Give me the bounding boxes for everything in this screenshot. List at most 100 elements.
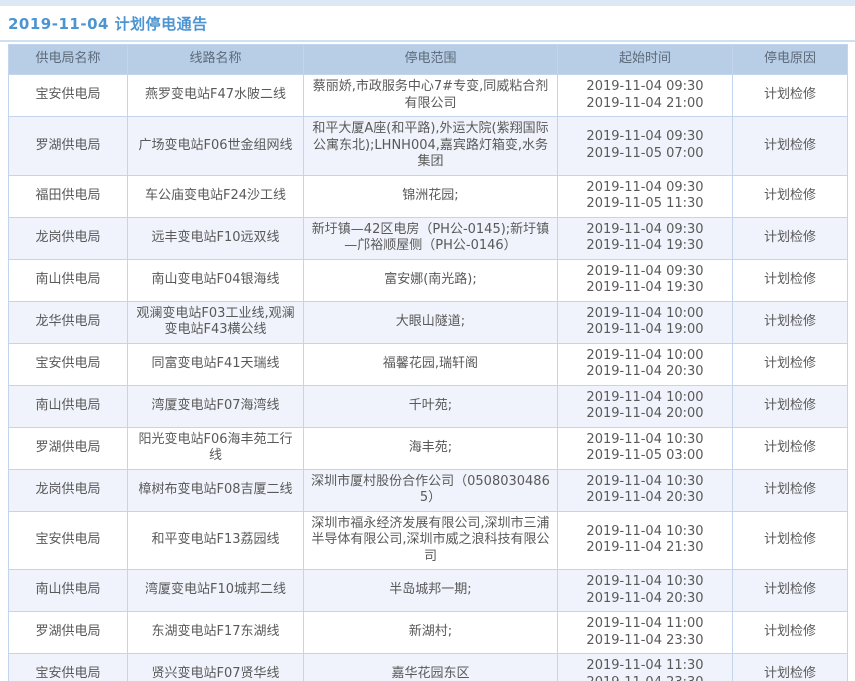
end-time: 2019-11-05 11:30	[562, 196, 728, 213]
cell-time: 2019-11-04 10:30 2019-11-04 20:30	[558, 570, 733, 612]
outage-table-body: 宝安供电局 燕罗变电站F47水陂二线 蔡丽娇,市政服务中心7#专变,同威粘合剂有…	[9, 75, 848, 681]
start-time: 2019-11-04 09:30	[562, 129, 728, 146]
cell-scope: 嘉华花园东区	[304, 654, 558, 681]
end-time: 2019-11-04 20:30	[562, 591, 728, 608]
end-time: 2019-11-04 20:30	[562, 490, 728, 507]
cell-line: 湾厦变电站F10城邦二线	[128, 570, 304, 612]
cell-bureau: 宝安供电局	[9, 343, 128, 385]
cell-time: 2019-11-04 10:30 2019-11-05 03:00	[558, 427, 733, 469]
end-time: 2019-11-04 19:30	[562, 238, 728, 255]
cell-line: 和平变电站F13荔园线	[128, 511, 304, 570]
cell-reason: 计划检修	[733, 343, 848, 385]
end-time: 2019-11-04 23:30	[562, 633, 728, 650]
cell-bureau: 罗湖供电局	[9, 117, 128, 176]
end-time: 2019-11-04 19:30	[562, 280, 728, 297]
end-time: 2019-11-04 20:00	[562, 406, 728, 423]
column-header-line: 线路名称	[128, 45, 304, 75]
table-row: 福田供电局 车公庙变电站F24沙工线 锦洲花园; 2019-11-04 09:3…	[9, 175, 848, 217]
cell-time: 2019-11-04 10:30 2019-11-04 21:30	[558, 511, 733, 570]
cell-reason: 计划检修	[733, 385, 848, 427]
table-row: 南山供电局 南山变电站F04银海线 富安娜(南光路); 2019-11-04 0…	[9, 259, 848, 301]
start-time: 2019-11-04 10:00	[562, 348, 728, 365]
cell-time: 2019-11-04 10:00 2019-11-04 20:30	[558, 343, 733, 385]
cell-time: 2019-11-04 11:00 2019-11-04 23:30	[558, 612, 733, 654]
table-row: 龙岗供电局 樟树布变电站F08吉厦二线 深圳市厦村股份合作公司（05080304…	[9, 469, 848, 511]
cell-time: 2019-11-04 09:30 2019-11-04 19:30	[558, 259, 733, 301]
cell-scope: 深圳市厦村股份合作公司（05080304865）	[304, 469, 558, 511]
cell-scope: 新圩镇—42区电房（PH公-0145);新圩镇—邝裕顺屋侧（PH公-0146）	[304, 217, 558, 259]
cell-bureau: 宝安供电局	[9, 75, 128, 117]
cell-scope: 和平大厦A座(和平路),外运大院(紫翔国际公寓东北);LHNH004,嘉宾路灯箱…	[304, 117, 558, 176]
cell-time: 2019-11-04 10:30 2019-11-04 20:30	[558, 469, 733, 511]
cell-reason: 计划检修	[733, 259, 848, 301]
cell-line: 贤兴变电站F07贤华线	[128, 654, 304, 681]
start-time: 2019-11-04 10:30	[562, 474, 728, 491]
cell-line: 远丰变电站F10远双线	[128, 217, 304, 259]
start-time: 2019-11-04 10:30	[562, 574, 728, 591]
cell-reason: 计划检修	[733, 75, 848, 117]
cell-scope: 海丰苑;	[304, 427, 558, 469]
table-row: 龙华供电局 观澜变电站F03工业线,观澜变电站F43横公线 大眼山隧道; 201…	[9, 301, 848, 343]
cell-time: 2019-11-04 09:30 2019-11-04 19:30	[558, 217, 733, 259]
cell-reason: 计划检修	[733, 612, 848, 654]
cell-time: 2019-11-04 10:00 2019-11-04 19:00	[558, 301, 733, 343]
cell-line: 广场变电站F06世金组网线	[128, 117, 304, 176]
cell-scope: 新湖村;	[304, 612, 558, 654]
cell-line: 湾厦变电站F07海湾线	[128, 385, 304, 427]
cell-line: 观澜变电站F03工业线,观澜变电站F43横公线	[128, 301, 304, 343]
cell-scope: 锦洲花园;	[304, 175, 558, 217]
table-row: 龙岗供电局 远丰变电站F10远双线 新圩镇—42区电房（PH公-0145);新圩…	[9, 217, 848, 259]
start-time: 2019-11-04 09:30	[562, 180, 728, 197]
table-row: 南山供电局 湾厦变电站F07海湾线 千叶苑; 2019-11-04 10:00 …	[9, 385, 848, 427]
cell-bureau: 南山供电局	[9, 385, 128, 427]
cell-time: 2019-11-04 11:30 2019-11-04 23:30	[558, 654, 733, 681]
cell-reason: 计划检修	[733, 301, 848, 343]
cell-scope: 富安娜(南光路);	[304, 259, 558, 301]
column-header-scope: 停电范围	[304, 45, 558, 75]
column-header-reason: 停电原因	[733, 45, 848, 75]
cell-bureau: 南山供电局	[9, 570, 128, 612]
outage-table-header: 供电局名称 线路名称 停电范围 起始时间 停电原因	[9, 45, 848, 75]
cell-reason: 计划检修	[733, 469, 848, 511]
start-time: 2019-11-04 09:30	[562, 79, 728, 96]
cell-scope: 福馨花园,瑞轩阁	[304, 343, 558, 385]
table-row: 宝安供电局 燕罗变电站F47水陂二线 蔡丽娇,市政服务中心7#专变,同威粘合剂有…	[9, 75, 848, 117]
start-time: 2019-11-04 10:00	[562, 306, 728, 323]
end-time: 2019-11-05 03:00	[562, 448, 728, 465]
end-time: 2019-11-04 21:00	[562, 96, 728, 113]
cell-time: 2019-11-04 09:30 2019-11-05 11:30	[558, 175, 733, 217]
cell-line: 阳光变电站F06海丰苑工行线	[128, 427, 304, 469]
end-time: 2019-11-04 21:30	[562, 540, 728, 557]
table-row: 宝安供电局 贤兴变电站F07贤华线 嘉华花园东区 2019-11-04 11:3…	[9, 654, 848, 681]
cell-bureau: 罗湖供电局	[9, 427, 128, 469]
cell-line: 燕罗变电站F47水陂二线	[128, 75, 304, 117]
cell-line: 同富变电站F41天瑞线	[128, 343, 304, 385]
table-row: 罗湖供电局 东湖变电站F17东湖线 新湖村; 2019-11-04 11:00 …	[9, 612, 848, 654]
start-time: 2019-11-04 11:00	[562, 616, 728, 633]
cell-reason: 计划检修	[733, 511, 848, 570]
end-time: 2019-11-04 23:30	[562, 675, 728, 681]
cell-reason: 计划检修	[733, 654, 848, 681]
header-row: 供电局名称 线路名称 停电范围 起始时间 停电原因	[9, 45, 848, 75]
cell-bureau: 南山供电局	[9, 259, 128, 301]
cell-time: 2019-11-04 09:30 2019-11-04 21:00	[558, 75, 733, 117]
notice-header: 2019-11-04 计划停电通告	[0, 6, 855, 42]
cell-scope: 千叶苑;	[304, 385, 558, 427]
cell-bureau: 龙华供电局	[9, 301, 128, 343]
cell-bureau: 龙岗供电局	[9, 217, 128, 259]
notice-title-link[interactable]: 2019-11-04 计划停电通告	[8, 13, 208, 34]
cell-bureau: 罗湖供电局	[9, 612, 128, 654]
cell-time: 2019-11-04 09:30 2019-11-05 07:00	[558, 117, 733, 176]
cell-reason: 计划检修	[733, 427, 848, 469]
start-time: 2019-11-04 09:30	[562, 222, 728, 239]
outage-table: 供电局名称 线路名称 停电范围 起始时间 停电原因 宝安供电局 燕罗变电站F47…	[8, 44, 848, 681]
cell-bureau: 福田供电局	[9, 175, 128, 217]
end-time: 2019-11-04 20:30	[562, 364, 728, 381]
table-row: 罗湖供电局 广场变电站F06世金组网线 和平大厦A座(和平路),外运大院(紫翔国…	[9, 117, 848, 176]
start-time: 2019-11-04 11:30	[562, 658, 728, 675]
cell-reason: 计划检修	[733, 570, 848, 612]
column-header-time: 起始时间	[558, 45, 733, 75]
cell-line: 南山变电站F04银海线	[128, 259, 304, 301]
cell-scope: 蔡丽娇,市政服务中心7#专变,同威粘合剂有限公司	[304, 75, 558, 117]
cell-bureau: 宝安供电局	[9, 511, 128, 570]
